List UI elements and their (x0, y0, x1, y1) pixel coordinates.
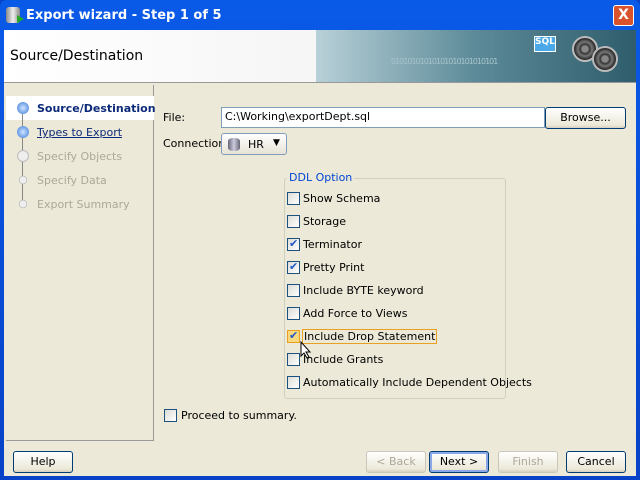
ddl-option-label: Include Drop Statement (301, 329, 438, 344)
next-button[interactable]: Next > (429, 451, 489, 473)
step-source-destination: Source/Destination (37, 102, 156, 115)
ddl-option-label: Pretty Print (303, 261, 365, 274)
connection-label: Connection: (163, 137, 229, 150)
connection-select[interactable]: HR ▼ (221, 133, 287, 155)
proceed-label: Proceed to summary. (181, 409, 297, 422)
app-icon (6, 7, 24, 23)
ddl-option-label: Add Force to Views (303, 307, 408, 320)
step-specify-data: Specify Data (37, 174, 107, 187)
close-button[interactable]: X (613, 5, 634, 26)
step-export-summary: Export Summary (37, 198, 130, 211)
ddl-option-label: Automatically Include Dependent Objects (303, 376, 532, 389)
page-title: Source/Destination (10, 48, 144, 64)
ddl-checkbox[interactable] (287, 260, 300, 274)
ddl-checkbox[interactable] (287, 353, 300, 366)
banner-image: 01010101010101010101010101 SQL (316, 30, 636, 82)
step-node-icon (18, 199, 28, 209)
database-icon (228, 138, 240, 151)
mouse-cursor-icon (300, 341, 312, 359)
client-area: Source/Destination 010101010101010101010… (4, 30, 636, 476)
ddl-checkbox[interactable] (287, 192, 300, 205)
window-title: Export wizard - Step 1 of 5 (26, 8, 222, 23)
step-node-icon (17, 126, 29, 138)
browse-button[interactable]: Browse... (545, 107, 626, 129)
ddl-checkbox[interactable] (287, 284, 300, 297)
proceed-checkbox[interactable] (164, 409, 177, 422)
ddl-checkbox[interactable] (287, 376, 300, 389)
file-label: File: (163, 111, 186, 124)
connection-value: HR (248, 138, 264, 151)
help-button[interactable]: Help (13, 451, 73, 473)
ddl-option-label: Storage (303, 215, 347, 228)
step-specify-objects: Specify Objects (37, 150, 123, 163)
ddl-checkbox[interactable] (287, 307, 300, 320)
wizard-header: Source/Destination 010101010101010101010… (4, 30, 636, 83)
finish-button[interactable]: Finish (498, 451, 558, 473)
ddl-option-label: Terminator (303, 238, 362, 251)
reel-icon (592, 46, 618, 72)
sql-icon: SQL (534, 36, 556, 52)
cancel-button[interactable]: Cancel (566, 451, 626, 473)
ddl-checkbox[interactable] (287, 215, 300, 228)
ddl-option-label: Include Grants (303, 353, 384, 366)
step-navigator: Source/Destination Types to Export Speci… (6, 85, 156, 441)
chevron-down-icon: ▼ (273, 138, 280, 148)
step-node-icon (18, 175, 28, 185)
ddl-option-legend: DDL Option (287, 171, 355, 184)
ddl-option-label: Include BYTE keyword (303, 284, 424, 297)
step-node-icon (17, 150, 29, 162)
file-input[interactable]: C:\Working\exportDept.sql (221, 107, 545, 128)
ddl-checkbox[interactable] (287, 329, 300, 343)
window: Export wizard - Step 1 of 5 X Source/Des… (0, 0, 640, 480)
step-types-to-export[interactable]: Types to Export (37, 126, 122, 139)
ddl-checkbox[interactable] (287, 237, 300, 251)
banner-binary-text: 01010101010101010101010101 (391, 57, 498, 66)
step-node-icon (17, 102, 29, 114)
ddl-option-label: Show Schema (303, 192, 381, 205)
back-button[interactable]: < Back (366, 451, 426, 473)
